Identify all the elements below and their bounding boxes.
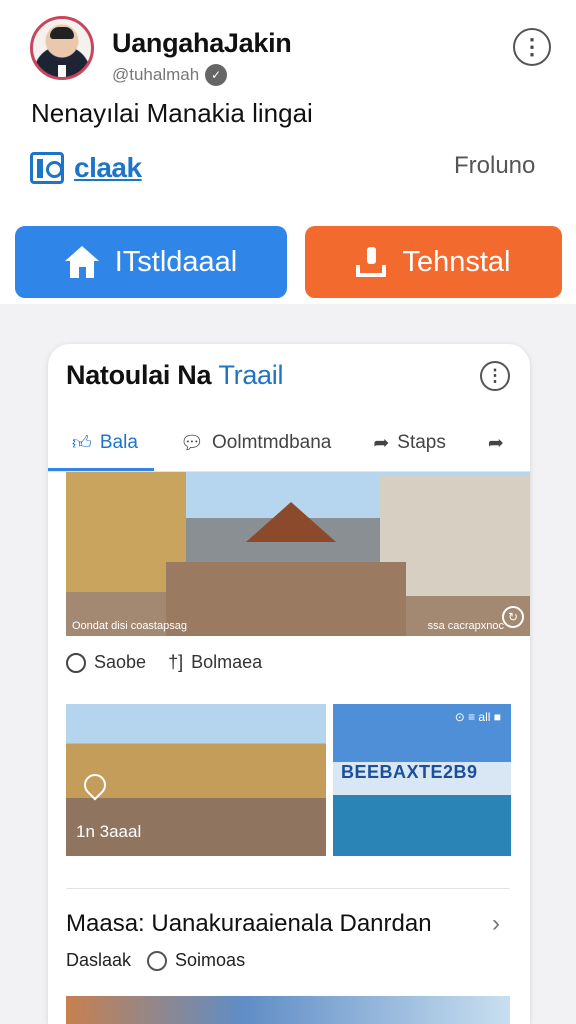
- home-icon: [64, 246, 99, 278]
- photo-status-bar: ⊙ ≡ all ■: [454, 710, 501, 724]
- tab-label: Oolmtmdbana: [212, 432, 332, 453]
- brand-link[interactable]: claak: [30, 152, 142, 184]
- tab-label: Bala: [99, 432, 138, 453]
- divider: [66, 888, 510, 889]
- post-meta-right[interactable]: Soimoas: [147, 950, 245, 971]
- post-meta-left: Daslaak: [66, 950, 132, 970]
- share-icon[interactable]: ↻: [502, 606, 524, 628]
- location-pin-icon: [79, 769, 111, 801]
- install-button[interactable]: Tehnstal: [305, 226, 562, 298]
- brand-logo-icon: [30, 152, 64, 184]
- card-more-icon[interactable]: ⋮: [480, 361, 510, 391]
- save-action[interactable]: Saobe: [66, 652, 146, 673]
- thumbnail-street-photo[interactable]: 1n 3aaal: [66, 704, 326, 856]
- tab-more-share[interactable]: ➦: [464, 414, 522, 472]
- post-card: Natoulai Na Traail ⋮ 👍︎ Bala 💬︎ Oolmtmdb…: [48, 344, 530, 1024]
- photo-actions: Saobe †] Bolmaea: [66, 652, 262, 673]
- thumbs-up-icon: 👍︎: [72, 432, 92, 454]
- home-button[interactable]: ITstldaaal: [15, 226, 287, 298]
- follow-link[interactable]: Froluno: [454, 152, 535, 180]
- next-post-photo[interactable]: [66, 996, 510, 1024]
- comment-icon: 💬︎: [179, 433, 205, 454]
- more-share-icon: ➦: [487, 432, 504, 454]
- action-label: Bolmaea: [191, 652, 263, 672]
- bookmark-action[interactable]: †] Bolmaea: [168, 652, 262, 673]
- circle-icon: [66, 652, 86, 673]
- photo-caption-right: ssa cacrapxnoc: [427, 620, 504, 632]
- post-title[interactable]: Maasa: Uanakuraaienala Danrdan: [66, 910, 432, 938]
- bookmark-icon: †]: [168, 652, 184, 672]
- tab-like[interactable]: 👍︎ Bala: [48, 414, 156, 472]
- card-tabs: 👍︎ Bala 💬︎ Oolmtmdbana ➦ Staps ➦: [48, 414, 530, 472]
- card-title-accent: Traail: [218, 360, 284, 390]
- card-title-main: Natoulai Na: [66, 360, 212, 390]
- profile-name: UangahaJakin: [112, 28, 292, 58]
- brand-label: claak: [74, 152, 142, 183]
- action-label: Saobe: [94, 652, 147, 672]
- meta-right-label: Soimoas: [175, 950, 246, 970]
- post-meta: Daslaak Soimoas: [66, 950, 245, 971]
- main-photo[interactable]: Oondat disi coastapsag ssa cacrapxnoc ↻: [66, 472, 530, 636]
- share-icon: [147, 950, 168, 971]
- tab-share[interactable]: ➦ Staps: [349, 414, 464, 472]
- verified-icon: ✓: [205, 64, 228, 86]
- tab-comment[interactable]: 💬︎ Oolmtmdbana: [156, 414, 349, 472]
- download-icon: [356, 247, 387, 277]
- photo-overlay-text: 1n 3aaal: [76, 822, 142, 841]
- chevron-right-icon[interactable]: ›: [492, 910, 500, 938]
- install-button-label: Tehnstal: [402, 245, 511, 278]
- avatar[interactable]: [30, 16, 94, 80]
- tab-label: Staps: [397, 432, 446, 453]
- card-title: Natoulai Na Traail: [66, 360, 283, 391]
- profile-headline: Nenayılai Manakia lingai: [31, 98, 313, 128]
- more-options-icon[interactable]: ⋮: [513, 28, 551, 66]
- profile-handle: @tuhalmah ✓: [112, 64, 228, 86]
- profile-header: UangahaJakin @tuhalmah ✓ ⋮ Nenayılai Man…: [0, 0, 576, 304]
- share-icon: ➦: [373, 432, 390, 454]
- photo-sign-text: BEEBAXTE2B9: [341, 762, 478, 782]
- thumbnail-beach-photo[interactable]: ⊙ ≡ all ■ BEEBAXTE2B9: [333, 704, 511, 856]
- handle-text: @tuhalmah: [112, 65, 200, 84]
- home-button-label: ITstldaaal: [114, 245, 238, 278]
- photo-caption-left: Oondat disi coastapsag: [72, 620, 187, 632]
